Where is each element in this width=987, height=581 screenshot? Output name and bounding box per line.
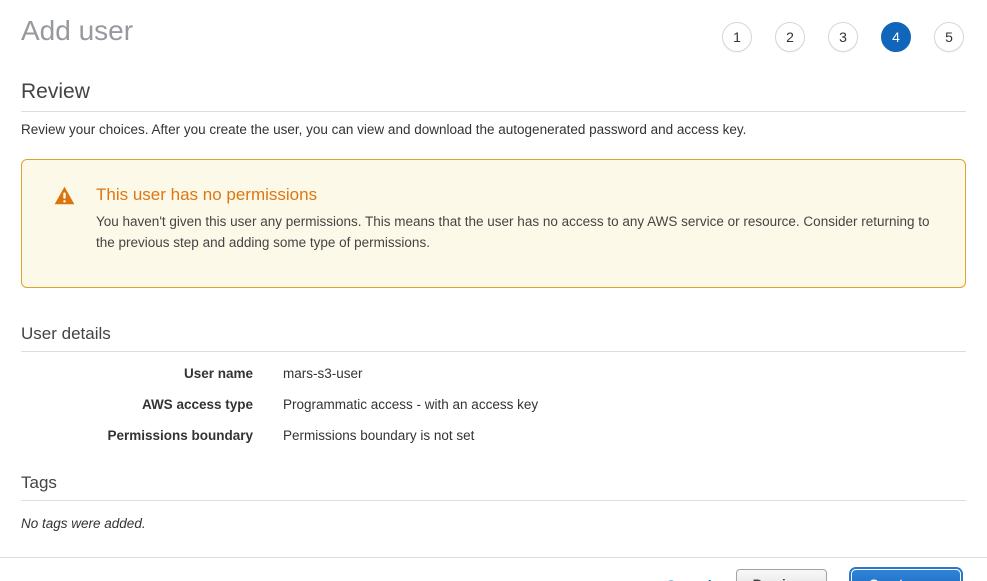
review-heading: Review xyxy=(21,80,966,104)
detail-row-permissions-boundary: Permissions boundary Permissions boundar… xyxy=(21,429,966,443)
review-description: Review your choices. After you create th… xyxy=(21,122,966,137)
user-details-table: User name mars-s3-user AWS access type P… xyxy=(21,367,966,443)
warning-title: This user has no permissions xyxy=(96,185,945,205)
detail-label: Permissions boundary xyxy=(21,429,253,443)
previous-button[interactable]: Previous xyxy=(736,569,827,581)
step-4-active[interactable]: 4 xyxy=(881,22,911,52)
detail-value: Programmatic access - with an access key xyxy=(283,398,538,412)
create-user-button[interactable]: Create user xyxy=(851,569,961,581)
detail-value: Permissions boundary is not set xyxy=(283,429,474,443)
cancel-link[interactable]: Cancel xyxy=(666,577,712,581)
step-3[interactable]: 3 xyxy=(828,22,858,52)
page-title: Add user xyxy=(21,16,133,47)
warning-content: This user has no permissions You haven't… xyxy=(96,185,945,253)
detail-row-access-type: AWS access type Programmatic access - wi… xyxy=(21,398,966,412)
user-details-divider xyxy=(21,351,966,352)
footer-actions: Cancel Previous Create user xyxy=(0,558,987,581)
step-indicator: 1 2 3 4 5 xyxy=(722,22,964,52)
step-5[interactable]: 5 xyxy=(934,22,964,52)
warning-body: You haven't given this user any permissi… xyxy=(96,211,945,253)
user-details-heading: User details xyxy=(21,324,966,344)
step-2[interactable]: 2 xyxy=(775,22,805,52)
step-1[interactable]: 1 xyxy=(722,22,752,52)
detail-value: mars-s3-user xyxy=(283,367,363,381)
tags-heading: Tags xyxy=(21,473,966,493)
no-permissions-warning-box: This user has no permissions You haven't… xyxy=(21,159,966,288)
warning-triangle-icon xyxy=(54,186,75,253)
wizard-header: Add user 1 2 3 4 5 xyxy=(0,0,987,52)
detail-label: AWS access type xyxy=(21,398,253,412)
tags-divider xyxy=(21,500,966,501)
detail-label: User name xyxy=(21,367,253,381)
tags-empty-text: No tags were added. xyxy=(21,516,966,531)
detail-row-user-name: User name mars-s3-user xyxy=(21,367,966,381)
review-divider xyxy=(21,111,966,112)
